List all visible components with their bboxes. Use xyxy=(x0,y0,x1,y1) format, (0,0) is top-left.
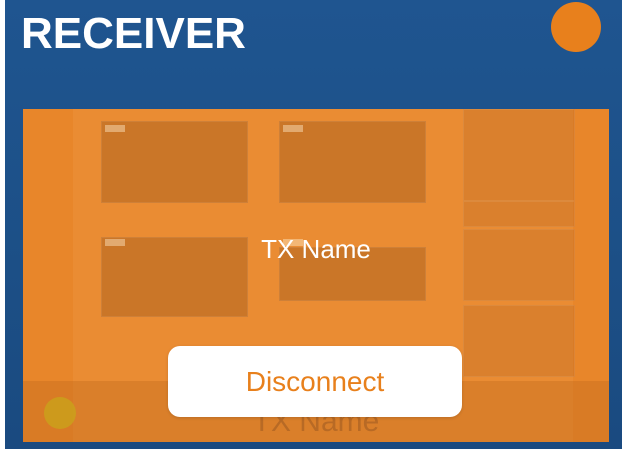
status-indicator xyxy=(551,2,601,52)
thumbnail-tag xyxy=(283,125,303,132)
receiver-panel: RECEIVER TX Name TX Name Disconnect xyxy=(5,0,622,449)
thumbnail-tag xyxy=(105,125,125,132)
receiver-screen: RECEIVER TX Name TX Name Disconnect xyxy=(0,0,627,457)
page-title: RECEIVER xyxy=(21,9,246,58)
thumbnail xyxy=(463,109,575,201)
thumbnail xyxy=(279,121,426,203)
thumbnail xyxy=(101,121,248,203)
thumbnail xyxy=(463,201,575,227)
tx-name-label: TX Name xyxy=(261,234,371,264)
disconnect-button[interactable]: Disconnect xyxy=(168,346,462,417)
thumbnail xyxy=(463,305,575,377)
transmitter-preview[interactable]: TX Name TX Name Disconnect xyxy=(23,109,609,442)
